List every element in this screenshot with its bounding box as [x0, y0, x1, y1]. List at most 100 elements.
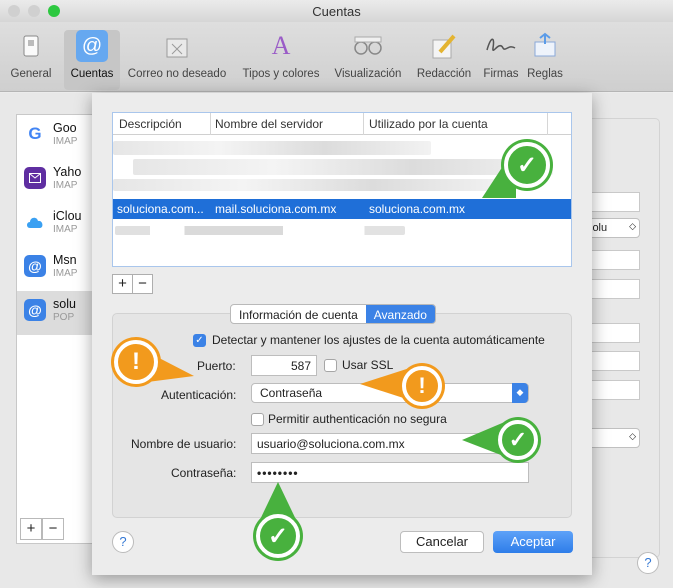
table-row-redacted[interactable] — [113, 141, 431, 155]
account-item-yahoo[interactable]: Yaho IMAP — [17, 159, 95, 203]
account-name: Msn — [53, 253, 77, 267]
account-type: POP — [53, 312, 75, 323]
server-add-remove: + − — [112, 274, 154, 294]
detail-field[interactable] — [585, 323, 640, 343]
preferences-toolbar: General @ Cuentas Correo no deseado A Ti… — [0, 22, 673, 92]
toolbar-label: Cuentas — [70, 68, 114, 80]
column-header-used-by[interactable]: Utilizado por la cuenta — [369, 117, 488, 131]
auth-select-value: Contraseña — [260, 386, 323, 400]
at-icon: @ — [76, 30, 108, 62]
add-account-button[interactable]: + — [20, 518, 42, 540]
toolbar-correo-no-deseado[interactable]: Correo no deseado — [120, 30, 234, 90]
at-icon: @ — [24, 255, 46, 277]
account-type: IMAP — [53, 136, 78, 147]
window-title: Cuentas — [312, 4, 361, 19]
switch-icon — [15, 30, 47, 62]
add-server-button[interactable]: + — [112, 274, 133, 294]
toolbar-label: General — [10, 68, 52, 80]
detail-field[interactable] — [585, 192, 640, 212]
updown-icon: ◇ — [629, 221, 636, 231]
toolbar-general[interactable]: General — [4, 30, 58, 90]
account-type: IMAP — [53, 224, 78, 235]
fonts-colors-icon: A — [271, 31, 291, 60]
check-annotation-username: ✓ — [458, 412, 548, 466]
column-divider — [210, 113, 211, 135]
pencil-icon — [428, 30, 460, 62]
cancel-button[interactable]: Cancelar — [400, 531, 484, 553]
at-icon: @ — [24, 299, 46, 321]
account-add-remove: + − — [16, 518, 94, 542]
account-name: iClou — [53, 209, 82, 223]
detail-field[interactable] — [585, 351, 640, 371]
cell-used-by: soluciona.com.mx — [369, 202, 466, 216]
updown-icon: ◇ — [629, 431, 636, 441]
chevron-updown-icon: ◆ — [512, 383, 528, 403]
warning-annotation-port: ! — [108, 336, 198, 392]
toolbar-visualizacion[interactable]: Visualización — [328, 30, 408, 90]
glasses-icon — [352, 30, 384, 62]
settings-tabs: Información de cuenta Avanzado — [230, 304, 436, 324]
detail-field[interactable] — [585, 279, 640, 299]
icloud-icon — [24, 211, 46, 233]
check-annotation-table: ✓ — [470, 138, 560, 208]
cell-description: solucionа.com... — [117, 202, 204, 216]
toolbar-firmas[interactable]: Firmas — [478, 30, 524, 90]
account-item-soluciona[interactable]: @ solu POP — [17, 291, 95, 335]
title-bar: Cuentas — [0, 0, 673, 22]
account-item-google[interactable]: G Goo IMAP — [17, 115, 95, 159]
google-icon: G — [24, 123, 46, 145]
account-name: Yaho — [53, 165, 82, 179]
tab-advanced[interactable]: Avanzado — [365, 305, 435, 323]
toolbar-reglas[interactable]: Reglas — [524, 30, 566, 90]
toolbar-cuentas[interactable]: @ Cuentas — [64, 30, 120, 90]
toolbar-label: Correo no deseado — [127, 68, 227, 80]
toolbar-label: Reglas — [527, 68, 563, 80]
accept-button[interactable]: Aceptar — [493, 531, 573, 553]
account-type: IMAP — [53, 180, 78, 191]
toolbar-label: Tipos y colores — [242, 68, 320, 80]
auto-detect-label: Detectar y mantener los ajustes de la cu… — [212, 333, 545, 347]
tab-account-info[interactable]: Información de cuenta — [231, 305, 366, 323]
yahoo-mail-icon — [24, 167, 46, 189]
allow-insecure-auth-label: Permitir authenticación no segura — [268, 412, 447, 426]
remove-server-button[interactable]: − — [132, 274, 153, 294]
allow-insecure-auth-checkbox[interactable] — [251, 413, 264, 426]
table-header: Descripción Nombre del servidor Utilizad… — [113, 113, 571, 135]
toolbar-tipos-y-colores[interactable]: A Tipos y colores — [236, 30, 326, 90]
signature-icon — [485, 30, 517, 62]
username-label: Nombre de usuario: — [131, 437, 237, 451]
toolbar-redaccion[interactable]: Redacción — [410, 30, 478, 90]
account-name: solu — [53, 297, 76, 311]
help-button[interactable]: ? — [112, 531, 134, 553]
junk-trash-icon — [161, 30, 193, 62]
warning-annotation-auth: ! — [358, 360, 448, 412]
remove-account-button[interactable]: − — [42, 518, 64, 540]
checkmark-icon: ✓ — [256, 514, 300, 558]
use-ssl-checkbox[interactable] — [324, 359, 337, 372]
toolbar-label: Visualización — [334, 68, 402, 80]
toolbar-label: Redacción — [416, 68, 472, 80]
column-header-description[interactable]: Descripción — [119, 117, 182, 131]
port-label: Puerto: — [197, 359, 236, 373]
checkmark-icon: ✓ — [504, 142, 550, 188]
cell-server: mail.soluciona.com.mx — [215, 202, 337, 216]
table-row-redacted[interactable] — [115, 226, 405, 235]
port-field[interactable]: 587 — [251, 355, 317, 376]
column-header-server[interactable]: Nombre del servidor — [215, 117, 323, 131]
account-name: Goo — [53, 121, 77, 135]
password-label: Contraseña: — [171, 466, 237, 480]
account-item-msn[interactable]: @ Msn IMAP — [17, 247, 95, 291]
account-type: IMAP — [53, 268, 78, 279]
column-divider — [547, 113, 548, 135]
checkmark-icon: ✓ — [498, 420, 538, 460]
table-row-redacted[interactable] — [113, 179, 503, 191]
warning-icon: ! — [402, 366, 442, 406]
column-divider — [363, 113, 364, 135]
account-list: G Goo IMAP Yaho IMAP iClou IMAP @ Msn IM… — [16, 114, 95, 544]
rules-icon — [529, 30, 561, 62]
warning-icon: ! — [114, 340, 158, 384]
help-button[interactable]: ? — [637, 552, 659, 574]
account-item-icloud[interactable]: iClou IMAP — [17, 203, 95, 247]
detail-field[interactable] — [585, 380, 640, 400]
detail-field[interactable] — [585, 250, 640, 270]
